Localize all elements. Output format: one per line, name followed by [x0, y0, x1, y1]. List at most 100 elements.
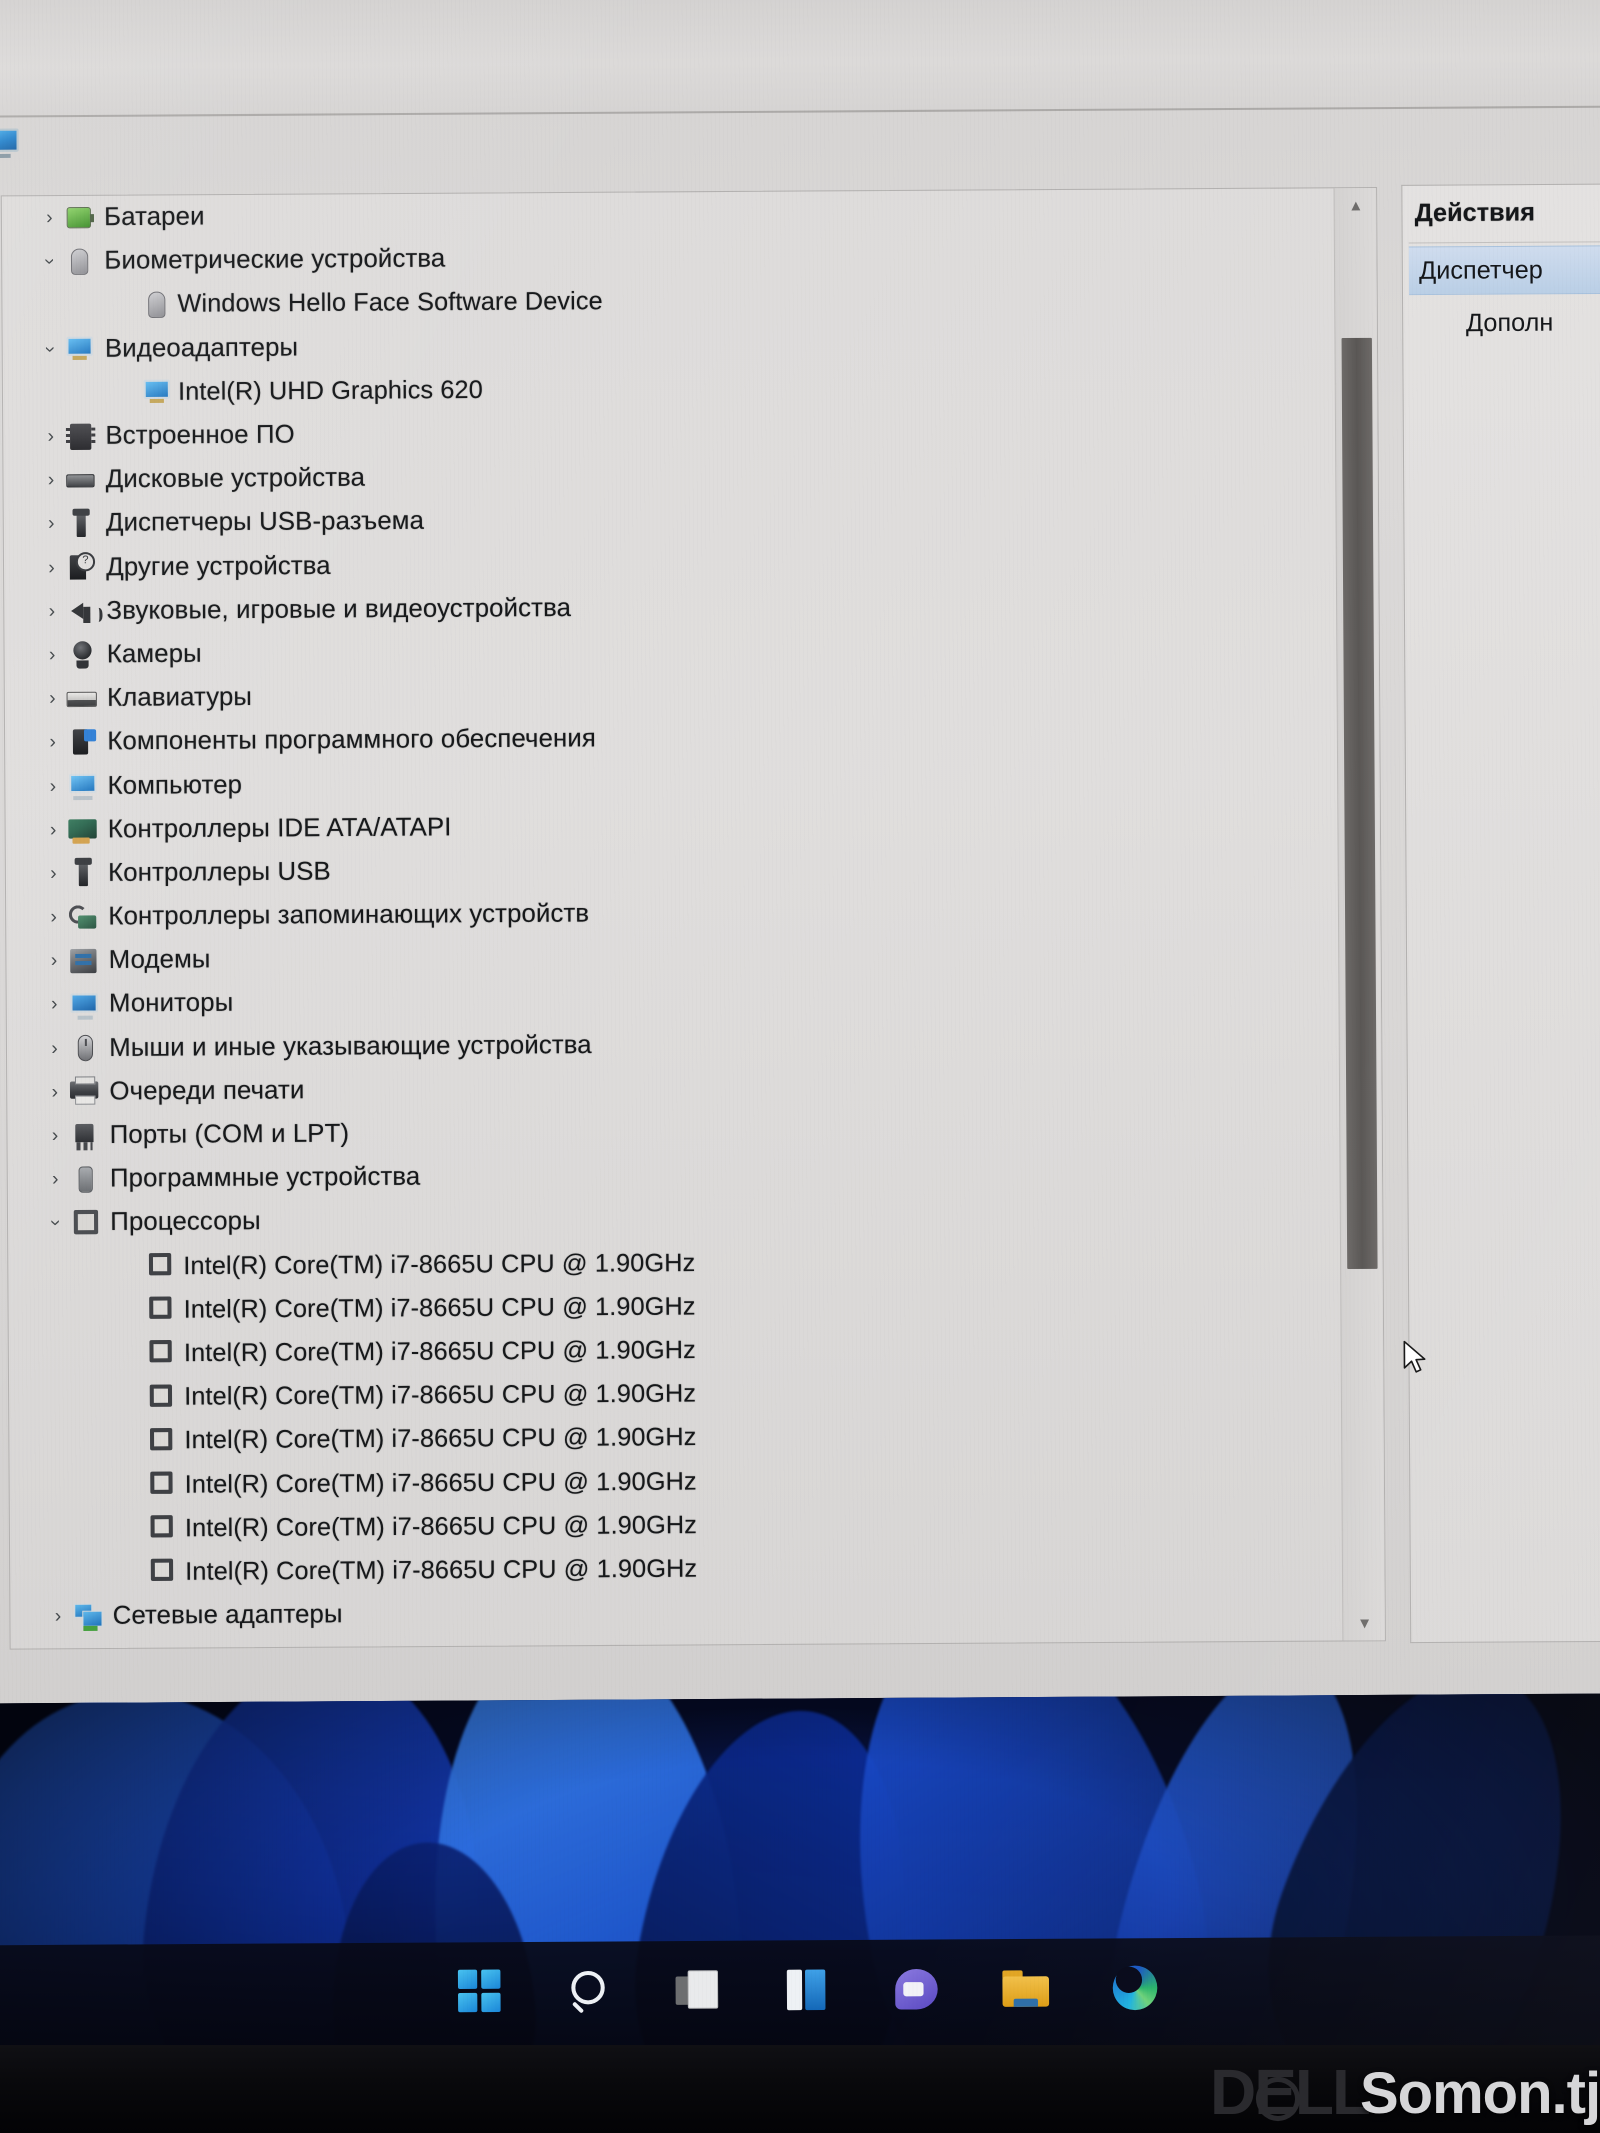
device-tree-item-label: Камеры [106, 639, 202, 669]
chevron-right-icon[interactable]: › [38, 513, 64, 534]
cpu-icon [146, 1295, 177, 1326]
chevron-right-icon[interactable]: › [36, 207, 62, 228]
chevron-right-icon[interactable]: › [39, 732, 65, 753]
device-tree-item-label: Порты (COM и LPT) [109, 1119, 350, 1150]
chevron-down-icon[interactable]: › [45, 1210, 66, 1236]
storage-controller-icon [67, 902, 102, 933]
chevron-down-icon[interactable]: › [40, 336, 61, 362]
device-tree-item-label: Intel(R) Core(TM) i7-8665U CPU @ 1.90GHz [183, 1292, 696, 1324]
device-tree-item-label: Другие устройства [106, 551, 331, 581]
actions-item-more[interactable]: Дополн [1466, 308, 1554, 338]
device-tree-item-label: Дисковые устройства [105, 463, 366, 494]
chevron-right-icon[interactable]: › [39, 601, 65, 622]
cpu-icon [146, 1251, 177, 1282]
widgets-icon[interactable] [779, 1960, 836, 2017]
chevron-right-icon[interactable]: › [42, 1125, 68, 1146]
windows-desktop [0, 1693, 1600, 2065]
chevron-right-icon[interactable]: › [41, 907, 67, 928]
laptop-screen: › Батареи › Биометрические устройства Window… [0, 0, 1600, 2065]
device-tree-item-label: Клавиатуры [106, 682, 253, 713]
actions-item-device-manager[interactable]: Диспетчер [1408, 245, 1600, 296]
device-tree-item-label: Видеоадаптеры [104, 332, 299, 363]
chevron-right-icon[interactable]: › [40, 819, 66, 840]
cpu-icon [146, 1338, 177, 1369]
scroll-down-arrow[interactable]: ▼ [1343, 1606, 1386, 1641]
start-icon[interactable] [451, 1962, 508, 2019]
device-tree-panel[interactable]: › Батареи › Биометрические устройства Window… [0, 187, 1386, 1650]
device-tree-item-label: Intel(R) Core(TM) i7-8665U CPU @ 1.90GHz [184, 1423, 697, 1455]
chevron-right-icon[interactable]: › [39, 688, 65, 709]
cpu-icon [147, 1426, 178, 1457]
cpu-icon [147, 1513, 178, 1544]
biometric-icon [140, 289, 171, 320]
edge-icon[interactable] [1107, 1958, 1164, 2015]
software-component-icon [66, 727, 101, 758]
device-tree-scroll-area: › Батареи › Биометрические устройства Window… [2, 188, 1343, 1648]
device-tree-item-label: Intel(R) Core(TM) i7-8665U CPU @ 1.90GHz [185, 1554, 698, 1586]
port-icon [68, 1120, 103, 1151]
battery-icon [63, 203, 98, 234]
actions-pane: Действия Диспетчер Дополн [1401, 183, 1600, 1644]
device-tree-item-label: Программные устройства [109, 1162, 421, 1193]
device-tree-item-label: Мониторы [108, 988, 234, 1019]
device-tree-item-label: Intel(R) Core(TM) i7-8665U CPU @ 1.90GHz [184, 1379, 697, 1411]
chevron-right-icon[interactable]: › [38, 557, 64, 578]
file-explorer-icon[interactable] [997, 1959, 1054, 2016]
software-device-icon [68, 1164, 103, 1195]
biometric-icon [63, 246, 98, 277]
device-tree-item-label: Батареи [104, 202, 205, 232]
printer-icon [68, 1077, 103, 1108]
chevron-right-icon[interactable]: › [39, 644, 65, 665]
usb-controller-icon [67, 858, 102, 889]
chevron-right-icon[interactable]: › [42, 1169, 68, 1190]
chevron-right-icon[interactable]: › [42, 1081, 68, 1102]
actions-pane-title: Действия [1414, 198, 1536, 228]
disk-drive-icon [64, 465, 99, 496]
device-tree-item-label: Контроллеры запоминающих устройств [108, 899, 590, 931]
chevron-right-icon[interactable]: › [38, 426, 64, 447]
device-tree-item-label: Встроенное ПО [105, 420, 295, 450]
vertical-scrollbar[interactable]: ▲ ▼ [1333, 188, 1386, 1641]
chevron-right-icon[interactable]: › [40, 863, 66, 884]
device-tree-item-label: Модемы [108, 945, 211, 975]
chat-icon[interactable] [888, 1960, 945, 2017]
device-tree-item-label: Биометрические устройства [104, 244, 446, 276]
device-manager-toolbar[interactable] [0, 0, 1600, 116]
chevron-down-icon[interactable]: › [39, 248, 60, 274]
device-tree-item[interactable]: › Сетевые адаптеры [10, 1587, 1342, 1639]
device-tree-item-label: Звуковые, игровые и видеоустройства [106, 593, 572, 625]
firmware-icon [64, 421, 99, 452]
computer-icon [0, 127, 23, 162]
scroll-up-arrow[interactable]: ▲ [1335, 188, 1378, 223]
scrollbar-thumb[interactable] [1341, 337, 1378, 1270]
device-tree-item-label: Компоненты программного обеспечения [107, 724, 597, 756]
mouse-cursor [1403, 1340, 1426, 1373]
chevron-right-icon[interactable]: › [41, 994, 67, 1015]
task-view-icon[interactable] [669, 1961, 726, 2018]
chevron-right-icon[interactable]: › [41, 1038, 67, 1059]
cpu-icon [69, 1208, 104, 1239]
device-tree-item-label: Intel(R) UHD Graphics 620 [177, 375, 483, 406]
device-tree-item-label: Сетевые адаптеры [112, 1600, 343, 1630]
camera-icon [65, 640, 100, 671]
ide-controller-icon [66, 814, 101, 845]
device-manager-window: › Батареи › Биометрические устройства Window… [0, 0, 1600, 1706]
chevron-right-icon[interactable]: › [41, 950, 67, 971]
chevron-right-icon[interactable]: › [38, 470, 64, 491]
dell-logo: DELL [1210, 2056, 1371, 2128]
chevron-right-icon[interactable]: › [40, 776, 66, 797]
laptop-photo: › Батареи › Биометрические устройства Window… [0, 0, 1600, 2133]
device-tree-list: › Батареи › Биометрические устройства Window… [2, 188, 1343, 1638]
sound-icon [65, 596, 100, 627]
cpu-icon [148, 1557, 179, 1588]
usb-connector-icon [64, 508, 99, 539]
chevron-right-icon[interactable]: › [45, 1606, 71, 1627]
device-tree-item-label: Мыши и иные указывающие устройства [109, 1030, 592, 1062]
search-icon[interactable] [560, 1962, 617, 2019]
device-tree-item-label: Intel(R) Core(TM) i7-8665U CPU @ 1.90GHz [184, 1466, 697, 1499]
device-tree-item-label: Процессоры [110, 1207, 261, 1237]
mouse-icon [68, 1033, 103, 1064]
device-tree-item-label: Компьютер [107, 770, 243, 800]
display-adapter-icon [141, 377, 172, 408]
device-tree-item-label: Intel(R) Core(TM) i7-8665U CPU @ 1.90GHz [183, 1248, 696, 1280]
